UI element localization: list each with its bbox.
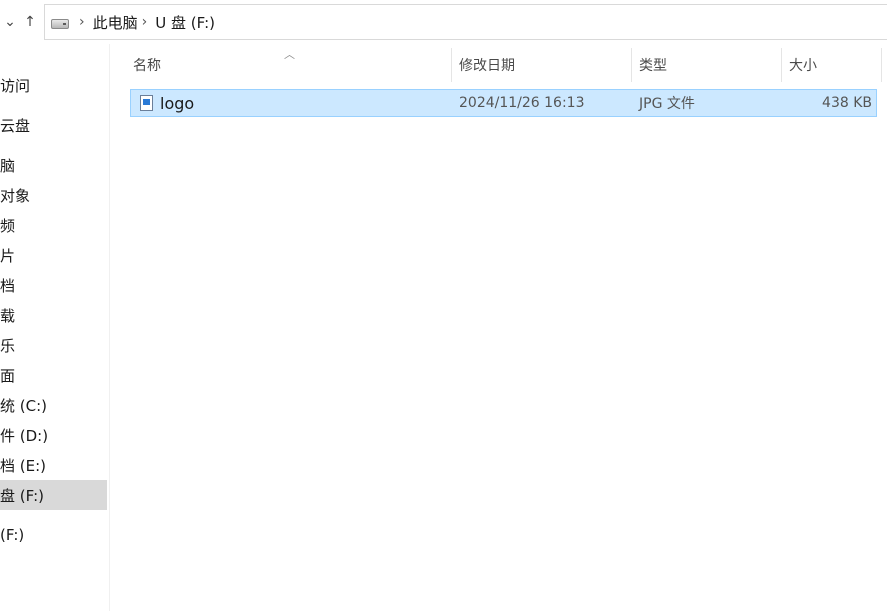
nav-item-downloads[interactable]: 载 [0,300,107,330]
nav-item-label: 频 [0,216,16,235]
nav-item-drive-f[interactable]: 盘 (F:) [0,480,107,510]
nav-item-cloud-drive[interactable]: 云盘 [0,110,107,140]
column-header-modified[interactable]: 修改日期 [451,48,631,82]
nav-item-label: 对象 [0,186,31,205]
nav-item-label: 统 (C:) [0,396,47,415]
up-arrow-button[interactable]: ↑ [20,8,40,36]
nav-item-label: 乐 [0,336,16,355]
nav-item-videos[interactable]: 频 [0,210,107,240]
nav-item-music[interactable]: 乐 [0,330,107,360]
breadcrumb-this-pc[interactable]: 此电脑 [93,12,138,33]
nav-item-label: 面 [0,366,16,385]
nav-item-label: 盘 (F:) [0,486,44,505]
nav-item-pictures[interactable]: 片 [0,240,107,270]
jpg-file-icon [140,95,153,111]
recent-locations-chevron-icon[interactable]: ⌄ [0,8,20,36]
column-header-size[interactable]: 大小 [781,48,881,82]
nav-item-label: 档 (E:) [0,456,47,475]
nav-item-drive-d[interactable]: 件 (D:) [0,420,107,450]
breadcrumb-usb-drive[interactable]: U 盘 (F:) [155,12,215,33]
nav-item-drive-e[interactable]: 档 (E:) [0,450,107,480]
drive-icon [51,19,69,29]
breadcrumb-separator-icon[interactable]: › [79,14,85,30]
file-name[interactable]: logo [160,90,194,116]
file-size: 438 KB [822,95,872,111]
file-row[interactable]: logo 2024/11/26 16:13 JPG 文件 438 KB [130,89,877,117]
nav-item-this-pc[interactable]: 脑 [0,150,107,180]
column-divider[interactable] [881,48,882,82]
nav-item-label: 云盘 [0,116,31,135]
nav-item-desktop[interactable]: 面 [0,360,107,390]
nav-item-label: 件 (D:) [0,426,49,445]
column-header-name[interactable]: 名称 [125,48,451,82]
address-bar: ⌄ ↑ › 此电脑 › U 盘 (F:) [0,0,887,44]
file-type: JPG 文件 [639,96,695,112]
file-list-pane: ︿ 名称 修改日期 类型 大小 logo 2024/11/26 16:13 JP… [110,44,887,611]
breadcrumb-separator-icon[interactable]: › [142,14,148,30]
nav-item-label: 访问 [0,76,31,95]
nav-item-label: 档 [0,276,16,295]
nav-item-label: (F:) [0,526,25,544]
navigation-pane: 访问 云盘 脑 对象 频 片 档 载 乐 面 统 (C:) 件 (D:) 档 (… [0,44,110,611]
nav-item-label: 脑 [0,156,16,175]
nav-item-3d-objects[interactable]: 对象 [0,180,107,210]
nav-item-label: 片 [0,246,16,265]
nav-item-usb-drive-f[interactable]: (F:) [0,520,107,550]
file-modified: 2024/11/26 16:13 [459,95,585,111]
nav-item-label: 载 [0,306,16,325]
column-header-type[interactable]: 类型 [631,48,781,82]
nav-item-quick-access[interactable]: 访问 [0,70,107,100]
address-box[interactable]: › 此电脑 › U 盘 (F:) [44,4,887,40]
nav-item-drive-c[interactable]: 统 (C:) [0,390,107,420]
nav-item-documents[interactable]: 档 [0,270,107,300]
